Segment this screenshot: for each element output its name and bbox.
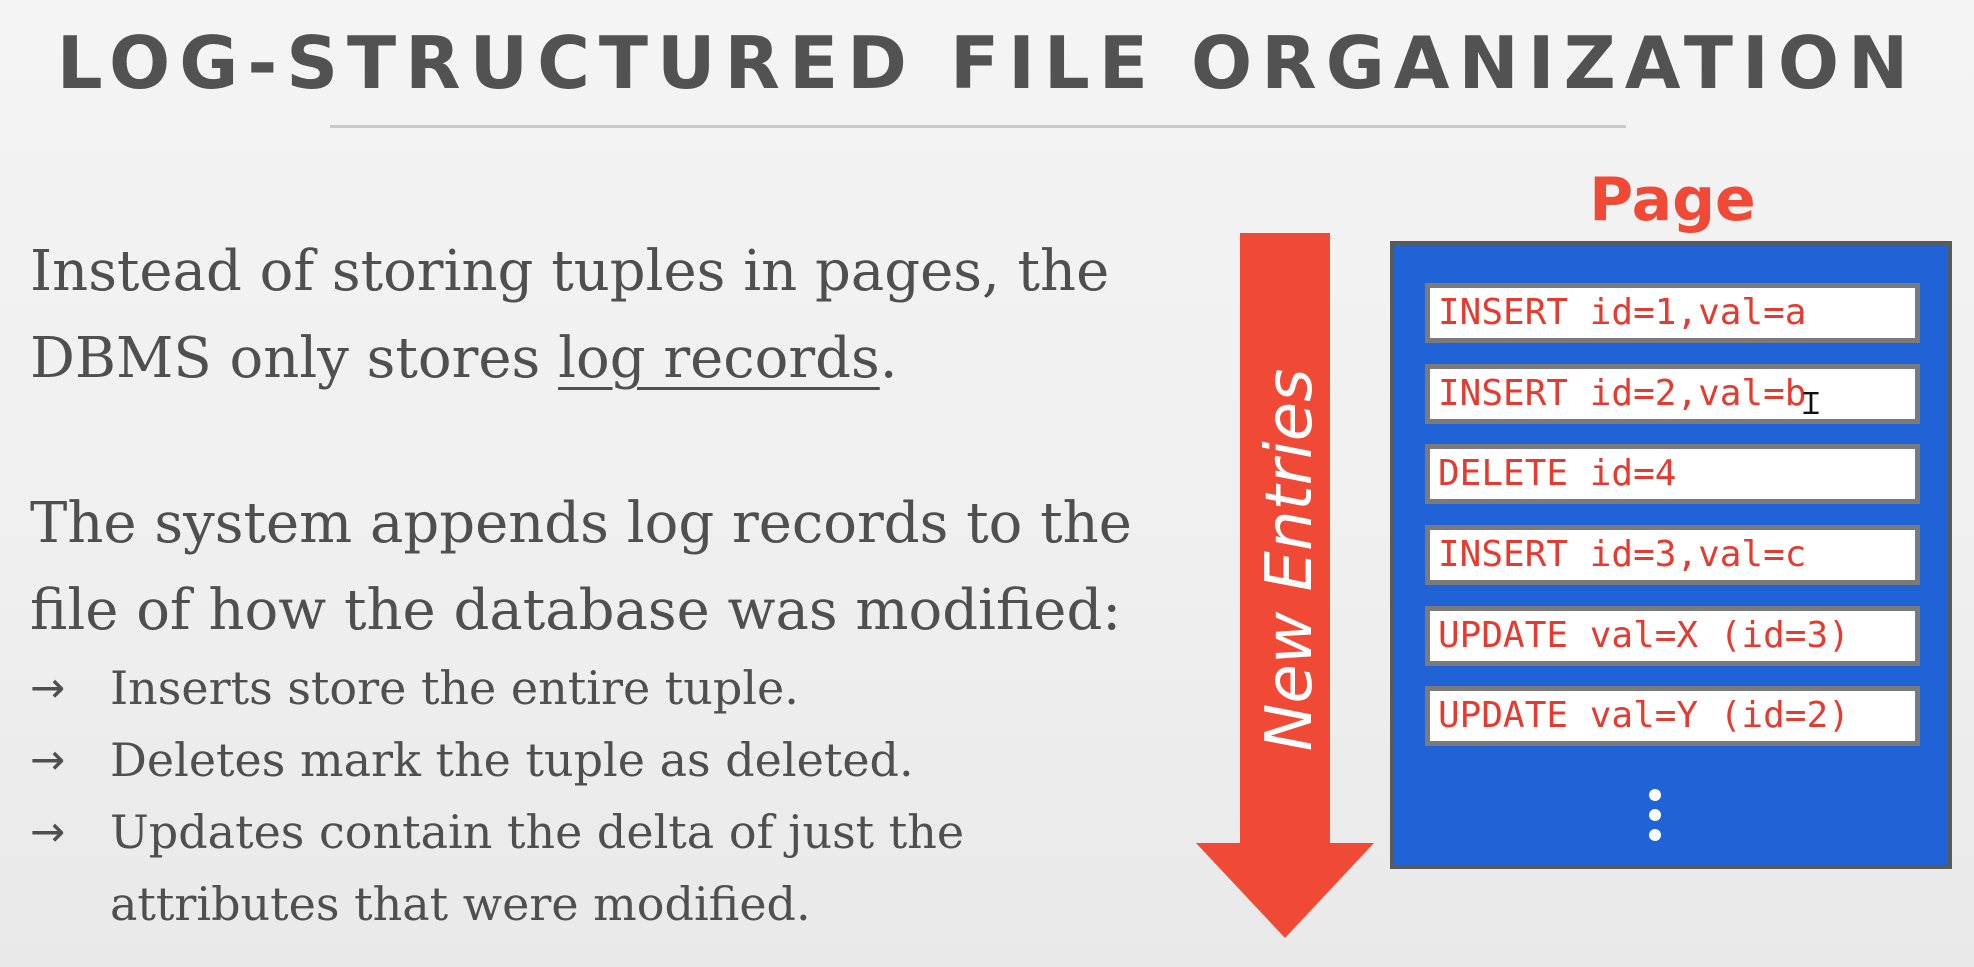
log-record-1: INSERT id=1,val=a [1425, 283, 1920, 343]
slide-title: LOG-STRUCTURED FILE ORGANIZATION [56, 21, 1918, 105]
log-record-2: INSERT id=2,val=b [1425, 364, 1920, 424]
bullet-text: Updates contain the delta of just the at… [110, 805, 965, 931]
slide: LOG-STRUCTURED FILE ORGANIZATION Instead… [0, 0, 1974, 967]
intro-period: . [879, 326, 898, 391]
log-record-4: INSERT id=3,val=c [1425, 525, 1920, 585]
bullet-item-inserts: → Inserts store the entire tuple. [30, 652, 1030, 724]
title-divider [330, 125, 1626, 128]
log-record-5: UPDATE val=X (id=3) [1425, 606, 1920, 666]
intro-paragraph: Instead of storing tuples in pages, the … [30, 228, 1150, 402]
bullet-item-deletes: → Deletes mark the tuple as deleted. [30, 724, 1030, 796]
bullet-arrow-icon: → [30, 807, 66, 856]
bullet-arrow-icon: → [30, 663, 66, 712]
bullet-list: → Inserts store the entire tuple. → Dele… [30, 652, 1030, 940]
bullet-item-updates: → Updates contain the delta of just the … [30, 796, 1030, 940]
log-record-6: UPDATE val=Y (id=2) [1425, 686, 1920, 746]
bullet-arrow-icon: → [30, 735, 66, 784]
append-paragraph: The system appends log records to the fi… [30, 491, 1132, 643]
vertical-ellipsis-icon [1640, 785, 1670, 855]
bullet-text: Inserts store the entire tuple. [110, 661, 799, 715]
page-container: INSERT id=1,val=a INSERT id=2,val=b DELE… [1390, 241, 1952, 869]
log-record-3: DELETE id=4 [1425, 444, 1920, 504]
new-entries-label: New Entries [1253, 368, 1327, 752]
text-cursor-icon: Ｉ [1796, 387, 1826, 422]
log-records-term: log records [558, 326, 880, 391]
bullet-text: Deletes mark the tuple as deleted. [110, 733, 914, 787]
page-label: Page [1589, 165, 1756, 235]
